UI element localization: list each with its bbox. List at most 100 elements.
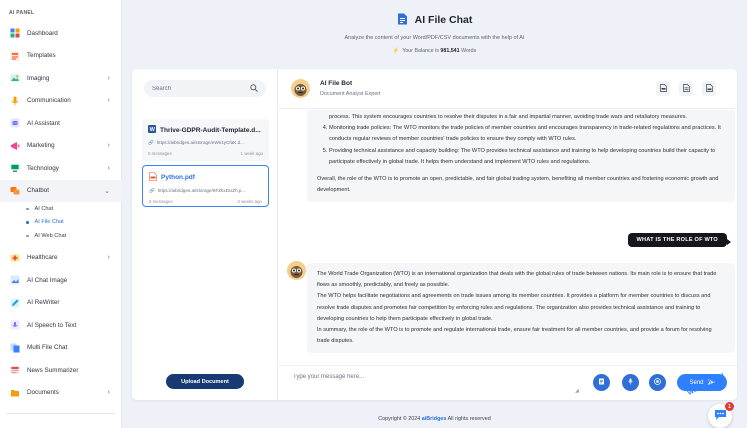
export-word-button[interactable] xyxy=(679,81,693,96)
sidebar-item-healthcare[interactable]: Healthcare › xyxy=(0,247,122,270)
message-composer: ◢ Send xyxy=(279,365,737,400)
support-chat-widget[interactable]: We Are Here! 1 xyxy=(686,372,747,428)
imaging-icon xyxy=(10,73,20,83)
file-item-selected[interactable]: Python.pdf 🔗 https://aibridges.ai/storage… xyxy=(142,165,269,207)
search-icon[interactable] xyxy=(250,83,258,94)
svg-text:W: W xyxy=(150,127,156,133)
notification-badge: 1 xyxy=(725,402,734,411)
assistant-icon xyxy=(10,118,20,128)
speech-icon xyxy=(10,320,20,330)
resize-handle-icon[interactable]: ◢ xyxy=(575,388,579,394)
sidebar-item-label: Templates xyxy=(27,52,56,60)
answer-paragraph: In summary, the role of the WTO is to pr… xyxy=(317,327,712,345)
chat-bubble-icon xyxy=(714,409,727,423)
sidebar: AI PANEL Dashboard Templates Imaging › C… xyxy=(0,0,122,428)
message-summary: Overall, the role of the WTO is to promo… xyxy=(317,176,719,194)
sidebar-item-ai-chat-image[interactable]: AI Chat Image xyxy=(0,269,122,292)
sidebar-item-news-summarizer[interactable]: News Summarizer xyxy=(0,359,122,382)
sidebar-item-label: Chatbot xyxy=(27,187,50,195)
panel-label: AI PANEL xyxy=(9,10,35,16)
chevron-right-icon: › xyxy=(107,142,110,150)
sidebar-item-templates[interactable]: Templates xyxy=(0,45,122,68)
sidebar-sub-ai-file-chat[interactable]: AI File Chat xyxy=(0,216,122,230)
chat-image-icon xyxy=(10,275,20,285)
sidebar-item-documents[interactable]: Documents › xyxy=(0,382,122,405)
lightning-icon: ⚡ xyxy=(392,48,400,54)
sidebar-nav: Dashboard Templates Imaging › Communicat… xyxy=(0,22,122,404)
file-name: Python.pdf xyxy=(161,174,195,181)
link-icon: 🔗 xyxy=(148,140,154,145)
upload-document-button[interactable]: Upload Document xyxy=(166,374,244,389)
sidebar-item-ai-assistant[interactable]: AI Assistant xyxy=(0,112,122,135)
templates-icon xyxy=(10,51,20,61)
chevron-right-icon: › xyxy=(107,389,110,397)
sidebar-item-ai-rewriter[interactable]: AI ReWriter xyxy=(0,292,122,315)
message-list[interactable]: process. This system encourages countrie… xyxy=(279,110,737,364)
attach-document-button[interactable] xyxy=(593,374,610,391)
sidebar-divider xyxy=(6,413,115,414)
export-text-button[interactable] xyxy=(702,81,716,96)
sidebar-item-label: Imaging xyxy=(27,74,50,82)
document-icon xyxy=(598,378,605,387)
export-pdf-button[interactable] xyxy=(656,81,670,96)
bot-role: Document Analyst Expert xyxy=(320,91,381,97)
sidebar-item-multi-file-chat[interactable]: Multi File Chat xyxy=(0,337,122,360)
sidebar-item-dashboard[interactable]: Dashboard xyxy=(0,22,122,45)
word-file-icon: W xyxy=(148,125,156,135)
chatbot-icon xyxy=(10,186,20,196)
sidebar-item-ai-speech-to-text[interactable]: AI Speech to Text xyxy=(0,314,122,337)
message-list-items: Monitoring trade policies: The WTO monit… xyxy=(317,123,725,168)
communication-icon xyxy=(10,96,20,106)
sidebar-item-label: Technology xyxy=(27,164,59,172)
sidebar-sub-ai-chat[interactable]: AI Chat xyxy=(0,202,122,216)
balance-prefix: Your Balance is xyxy=(402,48,439,54)
bot-name: AI File Bot xyxy=(320,80,353,87)
file-item[interactable]: W Thrive-GDPR-Audit-Template.d... 🔗 https… xyxy=(142,119,269,161)
chevron-right-icon: › xyxy=(107,254,110,262)
word-export-icon xyxy=(682,83,690,94)
answer-paragraph: The WTO helps facilitate negotiations an… xyxy=(317,293,711,322)
copyright-prefix: Copyright © 2024 xyxy=(378,416,421,422)
text-export-icon xyxy=(705,83,713,94)
bot-message: process. This system encourages countrie… xyxy=(307,110,735,203)
sidebar-sub-label: AI Chat xyxy=(34,205,54,212)
dashboard-icon xyxy=(10,28,20,38)
bot-answer-message: The World Trade Organization (WTO) is an… xyxy=(307,263,735,354)
balance-value: 981,541 xyxy=(440,48,460,54)
copyright-suffix: All rights reserved xyxy=(447,416,491,422)
microphone-button[interactable] xyxy=(622,374,639,391)
file-list-panel: W Thrive-GDPR-Audit-Template.d... 🔗https… xyxy=(132,69,278,400)
sidebar-item-label: Multi File Chat xyxy=(27,344,68,352)
footer-brand[interactable]: aiBridges xyxy=(422,416,447,422)
file-chat-icon xyxy=(397,13,408,27)
sidebar-sub-ai-web-chat[interactable]: AI Web Chat xyxy=(0,229,122,243)
balance-suffix: Words xyxy=(461,48,477,54)
page-subtitle: Analyze the content of your Word/PDF/CSV… xyxy=(344,35,525,41)
message-input[interactable] xyxy=(293,374,583,392)
sidebar-item-communication[interactable]: Communication › xyxy=(0,90,122,113)
list-item: Providing technical assistance and capac… xyxy=(329,146,725,168)
footer: Copyright © 2024 aiBridges All rights re… xyxy=(122,416,747,422)
sidebar-item-marketing[interactable]: Marketing › xyxy=(0,135,122,158)
sidebar-item-label: Communication xyxy=(27,97,71,105)
technology-icon xyxy=(10,163,20,173)
user-message: WHAT IS THE ROLE OF WTO xyxy=(627,233,732,247)
message-fragment: process. This system encourages countrie… xyxy=(329,114,688,120)
answer-paragraph: The World Trade Organization (WTO) is an… xyxy=(317,271,717,289)
sidebar-item-label: AI Assistant xyxy=(27,119,60,127)
sidebar-item-chatbot[interactable]: Chatbot ⌄ xyxy=(0,179,122,202)
chat-card: W Thrive-GDPR-Audit-Template.d... 🔗https… xyxy=(132,69,737,400)
news-icon xyxy=(10,365,20,375)
bullet-dot xyxy=(26,221,29,224)
balance-line: ⚡ Your Balance is 981,541 Words xyxy=(122,48,747,54)
chevron-right-icon: › xyxy=(107,164,110,172)
sidebar-item-technology[interactable]: Technology › xyxy=(0,157,122,180)
file-link: https://aibridges.ai/storage/eWe1yCfaK.d… xyxy=(156,140,244,145)
stop-button[interactable] xyxy=(649,374,666,391)
sidebar-item-imaging[interactable]: Imaging › xyxy=(0,67,122,90)
page-title: AI File Chat xyxy=(414,14,473,26)
sidebar-sub-label: AI Web Chat xyxy=(34,232,67,239)
rewriter-icon xyxy=(10,298,20,308)
bullet-dot xyxy=(26,207,29,210)
search-input[interactable] xyxy=(152,85,250,92)
